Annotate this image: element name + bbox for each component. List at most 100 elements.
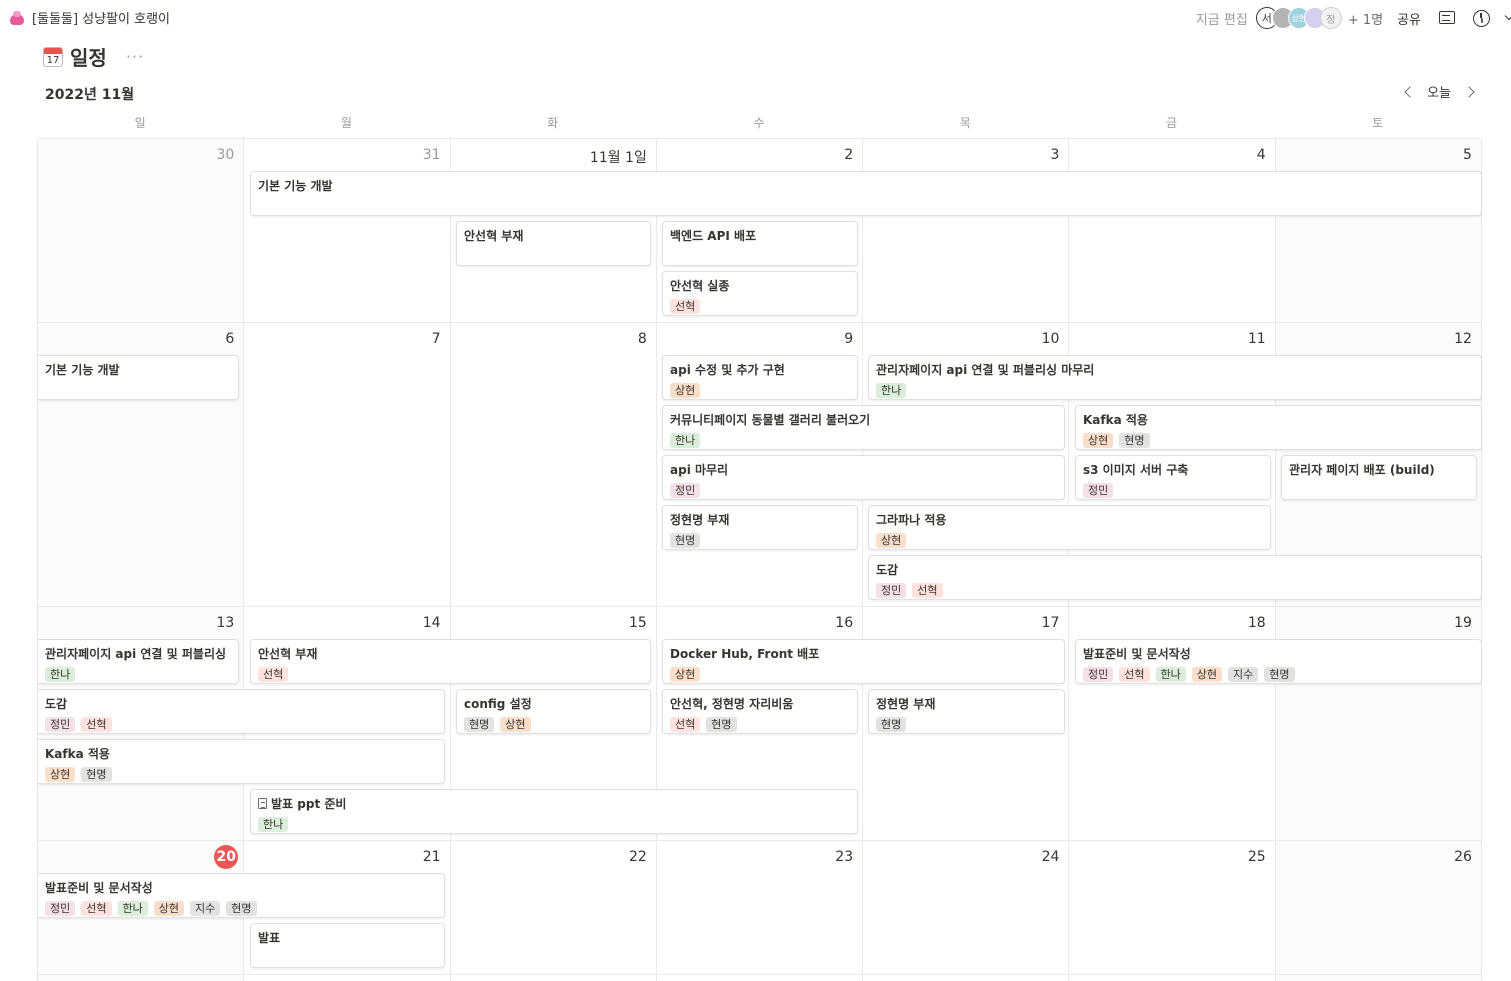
day-number: 31 [422, 147, 441, 163]
event-card[interactable]: api 수정 및 추가 구현 상현 [662, 355, 858, 400]
person-tag: 상현 [500, 717, 531, 732]
more-users-count[interactable]: + 1명 [1348, 9, 1383, 28]
event-title: 정현명 부재 [670, 513, 730, 527]
event-card[interactable]: 기본 기능 개발 [38, 355, 239, 400]
weekday-label: 금 [1166, 116, 1178, 130]
calendar-navigation: 오늘 [1401, 82, 1477, 101]
day-number: 13 [216, 615, 235, 631]
day-cell[interactable] [657, 975, 864, 981]
day-cell[interactable]: 22 [450, 841, 657, 975]
day-number: 25 [1247, 849, 1266, 865]
day-number: 24 [1041, 849, 1060, 865]
event-card[interactable]: 도감 정민 선혁 [38, 689, 445, 734]
day-cell[interactable] [1069, 975, 1276, 981]
event-card[interactable]: 안선혁 실종 선혁 [662, 271, 858, 316]
today-button[interactable]: 오늘 [1427, 82, 1451, 101]
day-cell[interactable]: 8 [450, 323, 657, 607]
event-title: 기본 기능 개발 [45, 363, 120, 377]
event-card[interactable]: 정현명 부재 현명 [662, 505, 858, 550]
event-card[interactable]: 관리자페이지 api 연결 및 퍼블리싱 마무리 한나 [868, 355, 1482, 400]
event-title: 안선혁 부재 [464, 229, 524, 243]
person-tag: 정민 [45, 901, 76, 916]
day-cell[interactable] [451, 975, 657, 981]
weekday-label: 토 [1372, 116, 1384, 130]
person-tag: 한나 [45, 667, 76, 682]
day-cell[interactable] [1275, 975, 1482, 981]
person-tag: 현명 [670, 533, 701, 548]
event-card[interactable]: 발표준비 및 문서작성 정민 선혁 한나 상현 지수 현명 [1075, 639, 1482, 684]
person-tag: 선혁 [81, 901, 112, 916]
event-card[interactable]: 정현명 부재 현명 [868, 689, 1065, 734]
day-cell[interactable] [38, 975, 245, 981]
page-title[interactable]: 일정 [70, 42, 107, 71]
event-card[interactable]: api 마무리 정민 [662, 455, 1065, 500]
share-button[interactable]: 공유 [1397, 9, 1421, 28]
weekday-label: 일 [134, 116, 146, 130]
day-cell[interactable]: 26 [1275, 841, 1482, 975]
person-tag: 현명 [1119, 433, 1150, 448]
event-card[interactable]: Kafka 적용 상현 현명 [38, 739, 445, 784]
person-tag: 정민 [45, 717, 76, 732]
day-number: 11월 1일 [589, 150, 647, 166]
event-title: 발표 [258, 931, 281, 945]
event-card[interactable]: Docker Hub, Front 배포 상현 [662, 639, 1065, 684]
event-card[interactable]: s3 이미지 서버 구축 정민 [1075, 455, 1271, 500]
day-cell[interactable]: 5 [1275, 139, 1482, 323]
history-icon[interactable] [1471, 8, 1491, 28]
day-cell[interactable]: 23 [656, 841, 864, 975]
person-tag: 지수 [190, 901, 221, 916]
event-card[interactable]: Kafka 적용 상현 현명 [1075, 405, 1482, 450]
breadcrumb-title[interactable]: [둘둘둘] 성냥팔이 호랭이 [32, 8, 170, 27]
day-cell[interactable]: 25 [1069, 841, 1276, 975]
day-cell[interactable]: 3 [863, 139, 1070, 323]
event-card[interactable]: config 설정 현명 상현 [456, 689, 651, 734]
event-card[interactable]: 발표 ppt 준비 한나 [250, 789, 858, 834]
calendar-icon[interactable]: 17 [43, 46, 63, 67]
collaborator-avatars[interactable]: 서 상현 정 [1255, 7, 1342, 29]
event-card[interactable]: 도감 정민 선혁 [868, 555, 1482, 600]
event-card[interactable]: 안선혁, 정현명 자리비움 선혁 현명 [662, 689, 858, 734]
day-number: 18 [1247, 615, 1266, 631]
day-cell[interactable]: 30 [38, 139, 245, 323]
breadcrumb[interactable]: [둘둘둘] 성냥팔이 호랭이 [8, 8, 170, 27]
event-card[interactable]: 기본 기능 개발 [250, 171, 1482, 216]
event-card[interactable]: 발표준비 및 문서작성 정민 선혁 한나 상현 지수 현명 [38, 873, 445, 918]
event-card[interactable]: 그라파나 적용 상현 [868, 505, 1271, 550]
event-card[interactable]: 관리자 페이지 배포 (build) [1281, 455, 1477, 500]
day-cell[interactable] [863, 975, 1070, 981]
day-cell[interactable]: 7 [244, 323, 451, 607]
today-day-number: 20 [214, 845, 239, 869]
person-tag: 상현 [670, 383, 701, 398]
event-title: 정현명 부재 [876, 697, 936, 711]
day-number: 26 [1454, 849, 1472, 865]
event-card[interactable]: 안선혁 부재 [456, 221, 651, 266]
event-card[interactable]: 커뮤니티페이지 동물별 갤러리 불러오기 한나 [662, 405, 1065, 450]
day-number: 17 [1041, 615, 1060, 631]
event-title: Docker Hub, Front 배포 [670, 647, 820, 661]
workspace-icon [8, 9, 26, 27]
day-number: 4 [1256, 147, 1266, 163]
event-title: config 설정 [464, 697, 532, 711]
event-card[interactable]: 안선혁 부재 선혁 [250, 639, 651, 684]
person-tag: 선혁 [81, 717, 112, 732]
event-card[interactable]: 백엔드 API 배포 [662, 221, 858, 266]
day-cell[interactable]: 4 [1069, 139, 1276, 323]
event-title: 안선혁 부재 [258, 647, 318, 661]
person-tag: 한나 [670, 433, 701, 448]
person-tag: 선혁 [258, 667, 289, 682]
chevron-right-icon[interactable] [1463, 83, 1477, 101]
person-tag: 상현 [876, 533, 907, 548]
event-card[interactable]: 관리자페이지 api 연결 및 퍼블리싱 ... 한나 [38, 639, 239, 684]
day-cell[interactable]: 31 [244, 139, 451, 323]
day-cell[interactable]: 24 [863, 841, 1070, 975]
chevron-left-icon[interactable] [1401, 83, 1415, 101]
event-card[interactable]: 발표 [250, 923, 445, 968]
day-cell[interactable] [244, 975, 451, 981]
chevron-down-icon[interactable] [1505, 8, 1511, 28]
calendar-week [38, 975, 1482, 981]
avatar[interactable]: 정 [1319, 7, 1342, 29]
comment-icon[interactable] [1437, 8, 1457, 28]
more-options-icon[interactable]: ··· [126, 47, 144, 66]
editing-now-label: 지금 편집 [1195, 12, 1248, 28]
person-tag: 상현 [153, 901, 184, 916]
